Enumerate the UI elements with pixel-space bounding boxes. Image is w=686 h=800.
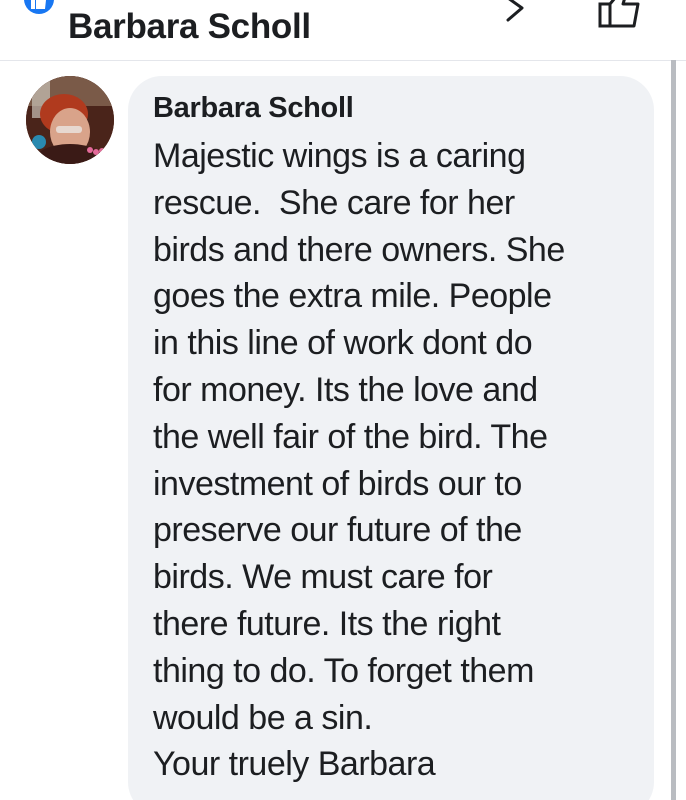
comment-line: preserve our future of the bbox=[153, 511, 522, 550]
comment-line: there future. Its the right bbox=[153, 604, 501, 643]
like-icon bbox=[24, 0, 54, 14]
comment-line: Majestic wings is a caring bbox=[153, 137, 526, 175]
comment-line: investment of birds our to bbox=[153, 464, 522, 503]
chevron-right-icon[interactable] bbox=[500, 0, 530, 24]
avatar[interactable] bbox=[26, 76, 114, 164]
header-bar: Barbara Scholl bbox=[0, 0, 686, 61]
comment-line: birds and there owners. She bbox=[153, 230, 565, 269]
page-title: Barbara Scholl bbox=[68, 7, 311, 46]
comment-line: birds. We must care for bbox=[153, 558, 493, 597]
thumbs-up-icon[interactable] bbox=[596, 0, 644, 32]
comment-line: would be a sin. bbox=[153, 698, 373, 737]
comment-line: in this line of work dont do bbox=[153, 324, 533, 363]
comment-line: for money. Its the love and bbox=[153, 370, 538, 409]
comment-text: Majestic wings is a caring rescue. She c… bbox=[153, 133, 653, 788]
comment-author[interactable]: Barbara Scholl bbox=[153, 90, 354, 126]
comment-line: goes the extra mile. People bbox=[153, 277, 552, 316]
comment-line: the well fair of the bird. The bbox=[153, 417, 548, 456]
comment-line: Your truely Barbara bbox=[153, 745, 436, 784]
comment-line: thing to do. To forget them bbox=[153, 651, 534, 690]
scrollbar[interactable] bbox=[671, 60, 676, 800]
comment-screen: Barbara Scholl Barbara Scholl Majestic w… bbox=[0, 0, 686, 800]
comment-line: rescue. She care for her bbox=[153, 183, 515, 222]
